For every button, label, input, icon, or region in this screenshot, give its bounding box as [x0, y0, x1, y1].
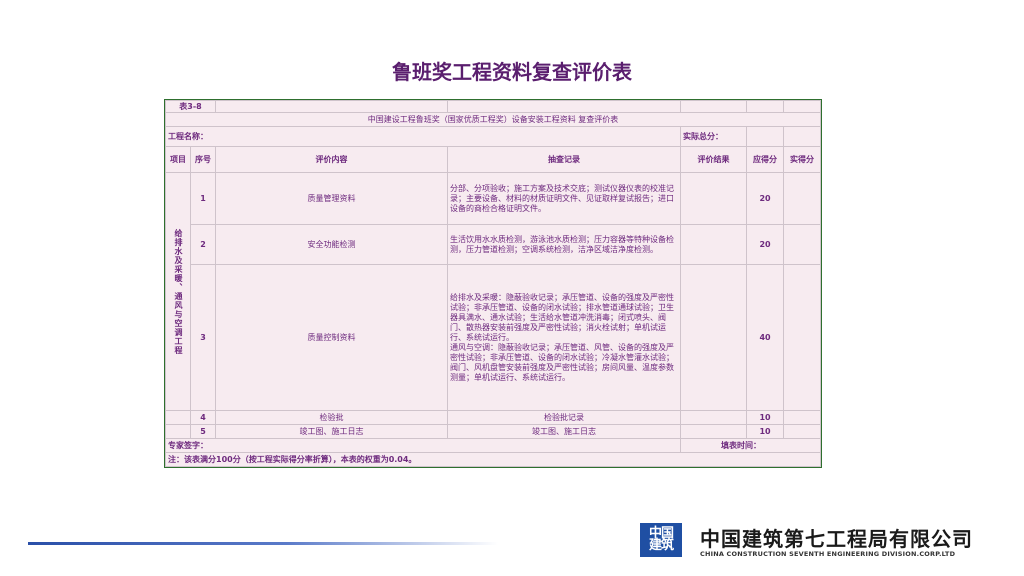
table-row: 2 安全功能检测 生活饮用水水质检测，游泳池水质检测；压力容器等特种设备检测，压… [166, 224, 822, 265]
row-score: 40 [746, 264, 785, 411]
table-row: 5 竣工图、施工日志 竣工图、施工日志 10 [165, 424, 822, 439]
evaluation-table: 表3-8 中国建设工程鲁班奖（国家优质工程奖）设备安装工程资料 复查评价表 工程… [163, 99, 823, 468]
row-record: 检验批记录 [447, 410, 682, 425]
row-content: 竣工图、施工日志 [215, 424, 449, 439]
row-result[interactable] [680, 410, 748, 425]
row-result[interactable] [680, 264, 748, 411]
fill-time-label: 填表时间： [680, 438, 822, 453]
table-row: 3 质量控制资料 给排水及采暖：隐蔽验收记录；承压管道、设备的强度及严密性试验；… [166, 264, 822, 411]
group-label-cell: 给排水及采暖、通风与空调工程 [165, 172, 191, 411]
row-actual[interactable] [783, 264, 822, 411]
project-row: 工程名称： 实际总分： [164, 126, 822, 147]
header-content: 评价内容 [215, 146, 449, 173]
row-content: 检验批 [215, 410, 449, 425]
row-result[interactable] [680, 224, 748, 265]
row-record: 生活饮用水水质检测，游泳池水质检测；压力容器等特种设备检测，压力管道检测；空调系… [447, 224, 682, 265]
expert-sign-label: 专家签字： [164, 438, 682, 453]
table-note: 注：该表满分100分（按工程实际得分率折算），本表的权重为0.04。 [164, 452, 822, 467]
page-title: 鲁班奖工程资料复查评价表 [392, 60, 632, 84]
project-name-label: 工程名称： [164, 126, 682, 147]
table-number-row: 表3-8 [164, 100, 822, 113]
row-result[interactable] [680, 424, 748, 439]
row-content: 安全功能检测 [215, 224, 449, 265]
row-content: 质量管理资料 [215, 172, 449, 225]
company-logo: 中国 建筑 [640, 523, 682, 557]
row-content: 质量控制资料 [215, 264, 449, 411]
header-score: 应得分 [746, 146, 785, 173]
row-record: 给排水及采暖：隐蔽验收记录；承压管道、设备的强度及严密性试验；非承压管道、设备的… [450, 292, 675, 342]
actual-total-value[interactable] [746, 126, 785, 147]
row-seq: 2 [189, 224, 217, 265]
row-seq: 1 [189, 172, 217, 225]
table-row: 给排水及采暖、通风与空调工程 1 质量管理资料 分部、分项验收；施工方案及技术交… [165, 172, 822, 411]
row-score: 10 [746, 410, 785, 425]
row-actual[interactable] [783, 424, 822, 439]
company-name-cn: 中国建筑第七工程局有限公司 [700, 527, 973, 551]
header-row: 项目 序号 评价内容 抽查记录 评价结果 应得分 实得分 [165, 146, 822, 173]
signature-row: 专家签字： 填表时间： [164, 438, 822, 453]
row-seq: 4 [189, 410, 217, 425]
row-record: 竣工图、施工日志 [447, 424, 682, 439]
header-seq: 序号 [189, 146, 217, 173]
note-row: 注：该表满分100分（按工程实际得分率折算），本表的权重为0.04。 [164, 452, 822, 467]
table-number: 表3-8 [164, 100, 217, 113]
logo-text-bottom: 建筑 [648, 538, 674, 553]
row-score: 10 [746, 424, 785, 439]
subtitle-row: 中国建设工程鲁班奖（国家优质工程奖）设备安装工程资料 复查评价表 [164, 112, 822, 127]
header-item: 项目 [165, 146, 191, 173]
row-actual[interactable] [783, 224, 822, 265]
header-record: 抽查记录 [447, 146, 682, 173]
table-row: 4 检验批 检验批记录 10 [165, 410, 822, 425]
actual-total-label: 实际总分： [680, 126, 748, 147]
company-name-en: CHINA CONSTRUCTION SEVENTH ENGINEERING D… [700, 550, 956, 558]
footer-accent-line [28, 542, 498, 545]
row-record-cell: 给排水及采暖：隐蔽验收记录；承压管道、设备的强度及严密性试验；非承压管道、设备的… [447, 264, 682, 411]
row-score: 20 [746, 224, 785, 265]
row-actual[interactable] [783, 410, 822, 425]
row-actual[interactable] [783, 172, 822, 225]
header-result: 评价结果 [680, 146, 748, 173]
row-record-secondary: 通风与空调：隐蔽验收记录；承压管道、风管、设备的强度及严密性试验；非承压管道、设… [450, 342, 675, 382]
row-seq: 5 [189, 424, 217, 439]
row-record: 分部、分项验收；施工方案及技术交底；测试仪器仪表的校准记录；主要设备、材料的材质… [447, 172, 682, 225]
row-result[interactable] [680, 172, 748, 225]
table-subtitle: 中国建设工程鲁班奖（国家优质工程奖）设备安装工程资料 复查评价表 [164, 112, 822, 127]
header-actual: 实得分 [783, 146, 822, 173]
row-score: 20 [746, 172, 785, 225]
row-seq: 3 [189, 264, 217, 411]
group-label: 给排水及采暖、通风与空调工程 [174, 228, 183, 355]
